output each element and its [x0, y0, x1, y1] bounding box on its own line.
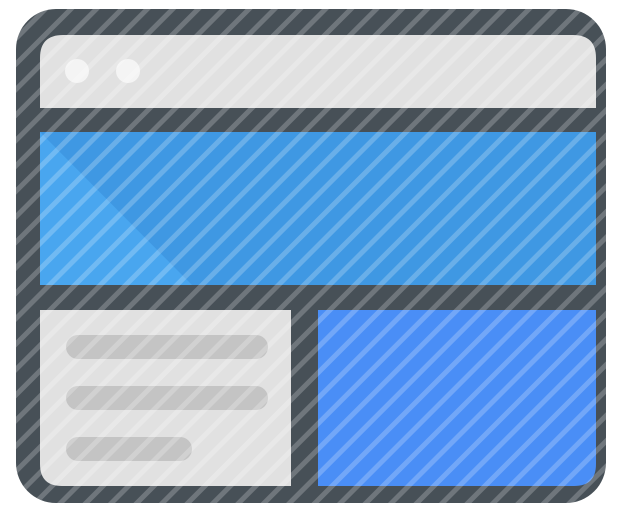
browser-window-layout-icon-svg	[0, 0, 622, 514]
browser-window-layout-icon	[0, 0, 622, 514]
stripe-overlay	[0, 0, 622, 514]
